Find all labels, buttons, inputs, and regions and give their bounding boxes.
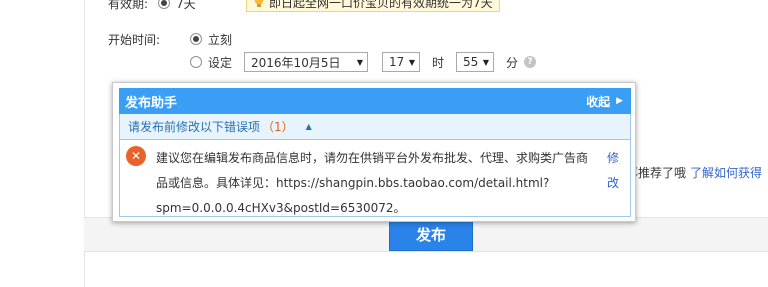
caret-up-icon: ▲: [305, 122, 312, 131]
error-message: 建议您在编辑发布商品信息时，请勿在供销平台外发布批发、代理、求购类广告商品或信息…: [156, 151, 589, 215]
errors-prefix: 请发布前修改以下错误项: [128, 120, 261, 134]
validity-value: 7天: [176, 0, 196, 11]
start-now-radio[interactable]: [190, 33, 202, 45]
date-select[interactable]: 2016年10月5日 ▼: [244, 52, 369, 72]
chevron-right-icon: ▶: [616, 96, 623, 106]
start-now-label: 立刻: [208, 32, 233, 47]
validity-label: 有效期:: [108, 0, 149, 11]
errors-count: （1）: [262, 120, 294, 134]
start-set-label: 设定: [208, 55, 233, 70]
start-time-label: 开始时间:: [108, 32, 161, 47]
publish-assistant-panel: 发布助手 收起 ▶ 请发布前修改以下错误项 （1） ▲ ✕ 建议您在编辑发布商品…: [112, 82, 636, 222]
start-set-row: 设定 2016年10月5日 ▼ 17 ▼ 时 55 ▼ 分 ?: [190, 51, 537, 73]
errors-summary[interactable]: 请发布前修改以下错误项 （1） ▲: [119, 114, 631, 140]
assistant-title: 发布助手: [125, 95, 178, 111]
date-select-value: 2016年10月5日: [251, 55, 341, 70]
hour-select-value: 17: [389, 55, 405, 69]
minute-select[interactable]: 55 ▼: [456, 52, 495, 72]
start-set-radio[interactable]: [190, 56, 202, 68]
collapse-button[interactable]: 收起 ▶: [586, 93, 623, 110]
dropdown-arrow-icon: ▼: [356, 57, 364, 67]
error-item: ✕ 建议您在编辑发布商品信息时，请勿在供销平台外发布批发、代理、求购类广告商品或…: [119, 140, 631, 217]
validity-hint: 即日起全网一口价宝贝的有效期统一为7天: [246, 0, 500, 12]
question-icon[interactable]: ?: [524, 56, 537, 68]
minute-unit: 分: [506, 55, 519, 70]
validity-row: 有效期: 7天: [108, 0, 196, 14]
start-time-row: 开始时间: 立刻: [108, 30, 232, 48]
dropdown-arrow-icon: ▼: [408, 57, 416, 67]
recommend-text: 再推荐了哦 了解如何获得: [626, 164, 762, 181]
assistant-header: 发布助手 收起 ▶: [119, 88, 631, 114]
dropdown-arrow-icon: ▼: [482, 57, 490, 67]
collapse-label: 收起: [586, 94, 611, 109]
publish-page: 有效期: 7天 即日起全网一口价宝贝的有效期统一为7天 开始时间: 立刻 设定 …: [0, 0, 768, 287]
hour-unit: 时: [432, 55, 445, 70]
validity-hint-text: 即日起全网一口价宝贝的有效期统一为7天: [269, 0, 493, 10]
fix-link[interactable]: 修改: [607, 146, 630, 196]
recommend-link[interactable]: 了解如何获得: [690, 164, 762, 181]
minute-select-value: 55: [463, 55, 479, 69]
bulb-icon: [254, 0, 264, 7]
error-x-icon: ✕: [126, 146, 146, 166]
validity-radio[interactable]: [158, 0, 171, 9]
hour-select[interactable]: 17 ▼: [382, 52, 421, 72]
publish-button[interactable]: 发布: [389, 218, 473, 251]
